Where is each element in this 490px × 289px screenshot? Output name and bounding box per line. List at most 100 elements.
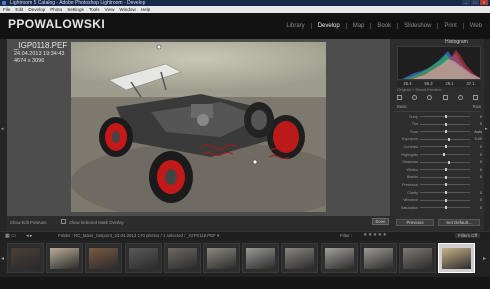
slider-track[interactable] xyxy=(420,191,470,194)
slider-track[interactable] xyxy=(420,198,470,202)
filmstrip-thumbnail[interactable] xyxy=(124,243,162,273)
main-photo[interactable] xyxy=(71,42,326,212)
slider-track[interactable] xyxy=(420,137,470,141)
previous-button[interactable]: Previous xyxy=(396,219,434,226)
left-panel-collapsed[interactable] xyxy=(0,39,7,231)
slider-knob[interactable] xyxy=(445,130,447,134)
slider-knob[interactable] xyxy=(445,191,447,194)
slider-track[interactable] xyxy=(420,122,470,126)
left-panel-toggle-icon[interactable]: ◂ xyxy=(1,126,4,132)
edit-pins-select[interactable]: Auto xyxy=(38,220,47,225)
filmstrip-thumbnail[interactable] xyxy=(203,243,240,273)
module-print[interactable]: Print xyxy=(444,23,456,29)
slider-value: 0 xyxy=(479,205,482,210)
slider-knob[interactable] xyxy=(447,160,450,164)
maximize-button[interactable]: □ xyxy=(471,0,479,5)
minimize-button[interactable]: – xyxy=(462,0,470,5)
filmstrip-thumbnail[interactable] xyxy=(320,243,358,273)
module-book[interactable]: Book xyxy=(377,23,391,29)
menu-help[interactable]: Help xyxy=(141,6,150,13)
slider-row[interactable]: Temp 0 xyxy=(396,114,482,119)
slider-row[interactable]: Highlights 0 xyxy=(396,152,482,157)
histogram[interactable] xyxy=(397,46,481,80)
menu-tools[interactable]: Tools xyxy=(89,6,100,13)
filmstrip-scroll-right-icon[interactable]: ▸ xyxy=(483,255,486,262)
slider-row[interactable]: Blacks 0 xyxy=(396,175,482,180)
slider-row[interactable]: Whites 0 xyxy=(396,167,482,172)
slider-row[interactable]: Contrast 0 xyxy=(396,144,482,149)
slider-row[interactable]: Presence xyxy=(396,182,482,187)
slider-knob[interactable] xyxy=(445,198,447,202)
slider-knob[interactable] xyxy=(445,183,447,187)
menu-settings[interactable]: Settings xyxy=(67,6,84,13)
module-library[interactable]: Library xyxy=(286,23,304,29)
menu-view[interactable]: View xyxy=(105,6,115,13)
filmstrip-thumbnail[interactable] xyxy=(242,243,280,273)
module-slideshow[interactable]: Slideshow xyxy=(404,23,431,29)
menu-photo[interactable]: Photo xyxy=(50,6,62,13)
crop-tool-icon[interactable] xyxy=(397,94,402,100)
module-map[interactable]: Map xyxy=(353,23,365,29)
histogram-title[interactable]: Histogram xyxy=(445,39,468,45)
menu-window[interactable]: Window xyxy=(119,6,135,13)
menu-file[interactable]: File xyxy=(3,6,10,13)
filmstrip-scroll-left-icon[interactable]: ◂ xyxy=(1,255,4,262)
slider-track[interactable] xyxy=(420,130,470,134)
rating-filter-stars[interactable]: ★★★★★ xyxy=(363,232,387,238)
done-button[interactable]: Done xyxy=(372,218,389,225)
set-default-button[interactable]: Set Default... xyxy=(438,219,480,226)
filmstrip-nav-icons[interactable]: ◂ ▸ xyxy=(26,233,32,239)
slider-row[interactable]: Clarity 0 xyxy=(396,190,482,195)
slider-track[interactable] xyxy=(420,183,470,187)
slider-row[interactable]: Saturation 0 xyxy=(396,205,482,210)
graduated-filter-icon[interactable] xyxy=(442,94,448,100)
filters-off-select[interactable]: Filters Off xyxy=(455,233,480,238)
red-eye-icon[interactable] xyxy=(427,94,433,100)
menu-develop[interactable]: Develop xyxy=(28,6,45,13)
filmstrip-thumbnail[interactable] xyxy=(85,243,123,273)
filmstrip-source-path[interactable]: Folder : RC_Mass_Setpoint_24.04.2013 170… xyxy=(58,233,219,239)
slider-row[interactable]: Tone Auto xyxy=(396,129,482,134)
filmstrip-thumbnail[interactable] xyxy=(399,243,436,273)
slider-label: Tone xyxy=(409,129,418,134)
menu-edit[interactable]: Edit xyxy=(15,6,23,13)
filmstrip-thumbnail[interactable] xyxy=(7,243,44,273)
filmstrip-thumbnail[interactable] xyxy=(359,243,397,273)
slider-knob[interactable] xyxy=(442,153,445,156)
slider-track[interactable] xyxy=(420,153,470,156)
grid-view-icon[interactable]: ▦ ▭ xyxy=(5,233,16,239)
slider-knob[interactable] xyxy=(445,145,447,149)
slider-track[interactable] xyxy=(420,160,470,164)
filmstrip-thumbnail[interactable] xyxy=(438,243,476,273)
slider-row[interactable]: Vibrance 0 xyxy=(396,198,482,203)
mask-overlay-checkbox[interactable] xyxy=(61,219,66,224)
slider-row[interactable]: Tint 0 xyxy=(396,122,482,127)
slider-track[interactable] xyxy=(420,175,470,179)
slider-knob[interactable] xyxy=(445,206,447,210)
slider-track[interactable] xyxy=(420,206,470,210)
slider-knob[interactable] xyxy=(445,168,447,172)
spot-removal-icon[interactable] xyxy=(412,94,418,100)
slider-knob[interactable] xyxy=(447,137,450,141)
slider-track[interactable] xyxy=(420,145,470,149)
right-panel-edge[interactable] xyxy=(484,39,490,231)
filmstrip-thumbnail[interactable] xyxy=(46,243,84,273)
module-develop[interactable]: Develop xyxy=(318,23,340,29)
photo-datetime: 24.04.2013 19:34:43 xyxy=(14,51,65,57)
basic-panel-header[interactable]: Basic Raw xyxy=(397,104,481,109)
close-button[interactable]: ✕ xyxy=(480,0,488,5)
slider-row[interactable]: Shadows 0 xyxy=(396,160,482,165)
slider-knob[interactable] xyxy=(445,175,447,179)
slider-track[interactable] xyxy=(420,168,470,172)
filmstrip-thumbnail[interactable] xyxy=(281,243,319,273)
slider-track[interactable] xyxy=(420,115,470,118)
radial-filter-icon[interactable] xyxy=(457,94,463,100)
slider-knob[interactable] xyxy=(445,115,447,118)
bottom-edge xyxy=(0,277,490,289)
slider-row[interactable]: Exposure 0.00 xyxy=(396,137,482,142)
right-panel-toggle-icon[interactable]: ▸ xyxy=(485,126,488,132)
adjustment-brush-icon[interactable] xyxy=(472,94,478,100)
slider-knob[interactable] xyxy=(445,122,447,126)
module-web[interactable]: Web xyxy=(470,23,482,29)
filmstrip-thumbnail[interactable] xyxy=(163,243,201,273)
